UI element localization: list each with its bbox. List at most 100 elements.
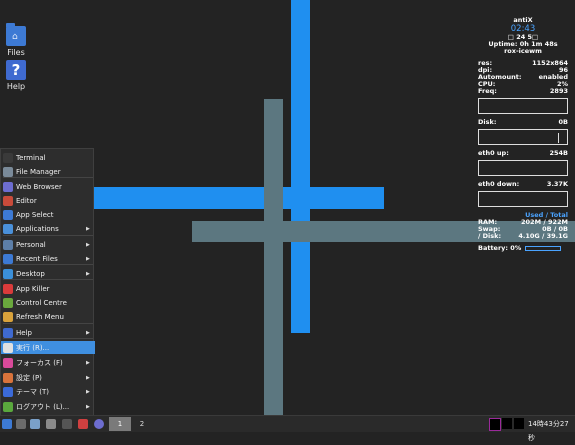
menu-item-app-killer[interactable]: App Killer — [1, 282, 95, 295]
menu-item-label: Terminal — [16, 153, 46, 162]
control-centre-icon — [3, 297, 13, 308]
help-icon — [3, 327, 13, 338]
focus-icon — [3, 357, 13, 368]
menu-item-editor[interactable]: Editor — [1, 194, 95, 207]
battery-bar — [525, 245, 562, 251]
menu-item-label: File Manager — [16, 167, 61, 176]
menu-item-desktop[interactable]: Desktop ▶ — [1, 267, 95, 280]
cpu-monitor-icon — [489, 418, 501, 431]
conky-host: antiX — [513, 16, 533, 24]
menu-item-recent-files[interactable]: Recent Files ▶ — [1, 252, 95, 265]
wallpaper-gray-vertical-bar — [264, 99, 283, 415]
desktop-icon-label: Help — [6, 82, 26, 91]
menu-separator — [3, 323, 93, 324]
trash-icon[interactable] — [46, 419, 56, 429]
app-killer-icon — [3, 283, 13, 294]
desktop-icon-files[interactable]: ⌂ Files — [0, 23, 36, 57]
menu-item-label: ログアウト (L)... — [16, 402, 70, 411]
help-question-icon: ? — [6, 60, 26, 80]
menu-item-applications[interactable]: Applications ▶ — [1, 222, 95, 235]
app-select-icon — [3, 209, 13, 220]
submenu-arrow-icon: ▶ — [86, 388, 90, 395]
menu-item-label: テーマ (T) — [16, 387, 49, 396]
menu-item-refresh-menu[interactable]: Refresh Menu — [1, 310, 95, 323]
conky-row-disk: Disk: 0B — [478, 118, 568, 126]
conky-row-freq: Freq: 2893 — [478, 87, 568, 95]
eth-down-graph — [478, 191, 568, 207]
menu-item-personal[interactable]: Personal ▶ — [1, 238, 95, 251]
submenu-arrow-icon: ▶ — [86, 403, 90, 410]
desktop-icon-label: Files — [7, 48, 25, 57]
menu-item-web-browser[interactable]: Web Browser — [1, 180, 95, 193]
run-icon — [3, 342, 13, 353]
conky-row-eth-up: eth0 up: 254B — [478, 149, 568, 157]
web-browser-icon — [3, 181, 13, 192]
menu-item-label: Help — [16, 328, 32, 337]
menu-separator — [3, 235, 93, 236]
refresh-menu-icon — [3, 311, 13, 322]
menu-item-logout[interactable]: ログアウト (L)... ▶ — [1, 400, 95, 413]
menu-item-label: Personal — [16, 240, 46, 249]
conky-battery: Battery: 0% — [478, 245, 568, 252]
menu-item-label: Editor — [16, 196, 37, 205]
terminal-icon — [3, 152, 13, 163]
taskbar: 1 2 14時43分27秒 — [0, 415, 575, 442]
menu-item-label: Desktop — [16, 269, 45, 278]
menu-item-terminal[interactable]: Terminal — [1, 151, 95, 164]
disk-graph — [478, 129, 568, 145]
cpu-graph — [478, 98, 568, 114]
menu-item-label: Control Centre — [16, 298, 67, 307]
menu-item-focus[interactable]: フォーカス (F) ▶ — [1, 356, 95, 369]
submenu-arrow-icon: ▶ — [86, 270, 90, 277]
conky-row-root-disk: / Disk: 4.10G / 39.1G — [478, 232, 568, 240]
submenu-arrow-icon: ▶ — [86, 374, 90, 381]
memory-monitor-icon — [502, 418, 512, 429]
menu-item-label: App Killer — [16, 284, 50, 293]
submenu-arrow-icon: ▶ — [86, 241, 90, 248]
menu-item-label: Web Browser — [16, 182, 62, 191]
theme-icon — [3, 386, 13, 397]
menu-item-settings[interactable]: 設定 (P) ▶ — [1, 371, 95, 384]
menu-item-label: 設定 (P) — [16, 373, 42, 382]
desktop-icon-help[interactable]: ? Help — [0, 60, 36, 91]
menu-item-label: Recent Files — [16, 254, 58, 263]
menu-item-run[interactable]: 実行 (R)... — [1, 341, 95, 354]
menu-item-label: Applications — [16, 224, 59, 233]
folder-home-icon: ⌂ — [6, 23, 26, 46]
menu-item-theme[interactable]: テーマ (T) ▶ — [1, 385, 95, 398]
settings-icon — [3, 372, 13, 383]
workspace-2[interactable]: 2 — [131, 417, 153, 431]
submenu-arrow-icon: ▶ — [86, 329, 90, 336]
wallpaper-blue-horizontal-bar — [94, 187, 384, 209]
submenu-arrow-icon: ▶ — [86, 255, 90, 262]
workspace-1[interactable]: 1 — [109, 417, 131, 431]
eth-up-graph — [478, 160, 568, 176]
menu-item-label: フォーカス (F) — [16, 358, 63, 367]
web-browser-icon[interactable] — [94, 419, 104, 429]
menu-item-help[interactable]: Help ▶ — [1, 326, 95, 339]
taskbar-clock[interactable]: 14時43分27秒 — [528, 417, 575, 445]
network-monitor-icon — [514, 418, 524, 429]
applications-icon — [3, 223, 13, 234]
desktop-icon — [3, 268, 13, 279]
start-menu-icon[interactable] — [2, 419, 12, 429]
menu-item-label: 実行 (R)... — [16, 343, 50, 352]
start-menu: Terminal File Manager Web Browser Editor App… — [0, 148, 95, 416]
conky-wm: rox-icewm — [504, 47, 542, 55]
submenu-arrow-icon: ▶ — [86, 359, 90, 366]
submenu-arrow-icon: ▶ — [86, 225, 90, 232]
menu-item-app-select[interactable]: App Select — [1, 208, 95, 221]
terminal-icon[interactable] — [62, 419, 72, 429]
logout-icon — [3, 401, 13, 412]
personal-icon — [3, 239, 13, 250]
conky-row-eth-down: eth0 down: 3.37K — [478, 180, 568, 188]
menu-item-control-centre[interactable]: Control Centre — [1, 296, 95, 309]
menu-item-file-manager[interactable]: File Manager — [1, 165, 95, 178]
menu-item-label: App Select — [16, 210, 54, 219]
file-manager-icon[interactable] — [30, 419, 40, 429]
folder-red-icon[interactable] — [78, 419, 88, 429]
show-desktop-icon[interactable] — [16, 419, 26, 429]
wallpaper-blue-vertical-bar — [291, 0, 310, 333]
menu-item-label: Refresh Menu — [16, 312, 64, 321]
conky-system-monitor: antiX 02:43 □ 24 5□ Uptime: 0h 1m 48s ro… — [478, 17, 568, 252]
